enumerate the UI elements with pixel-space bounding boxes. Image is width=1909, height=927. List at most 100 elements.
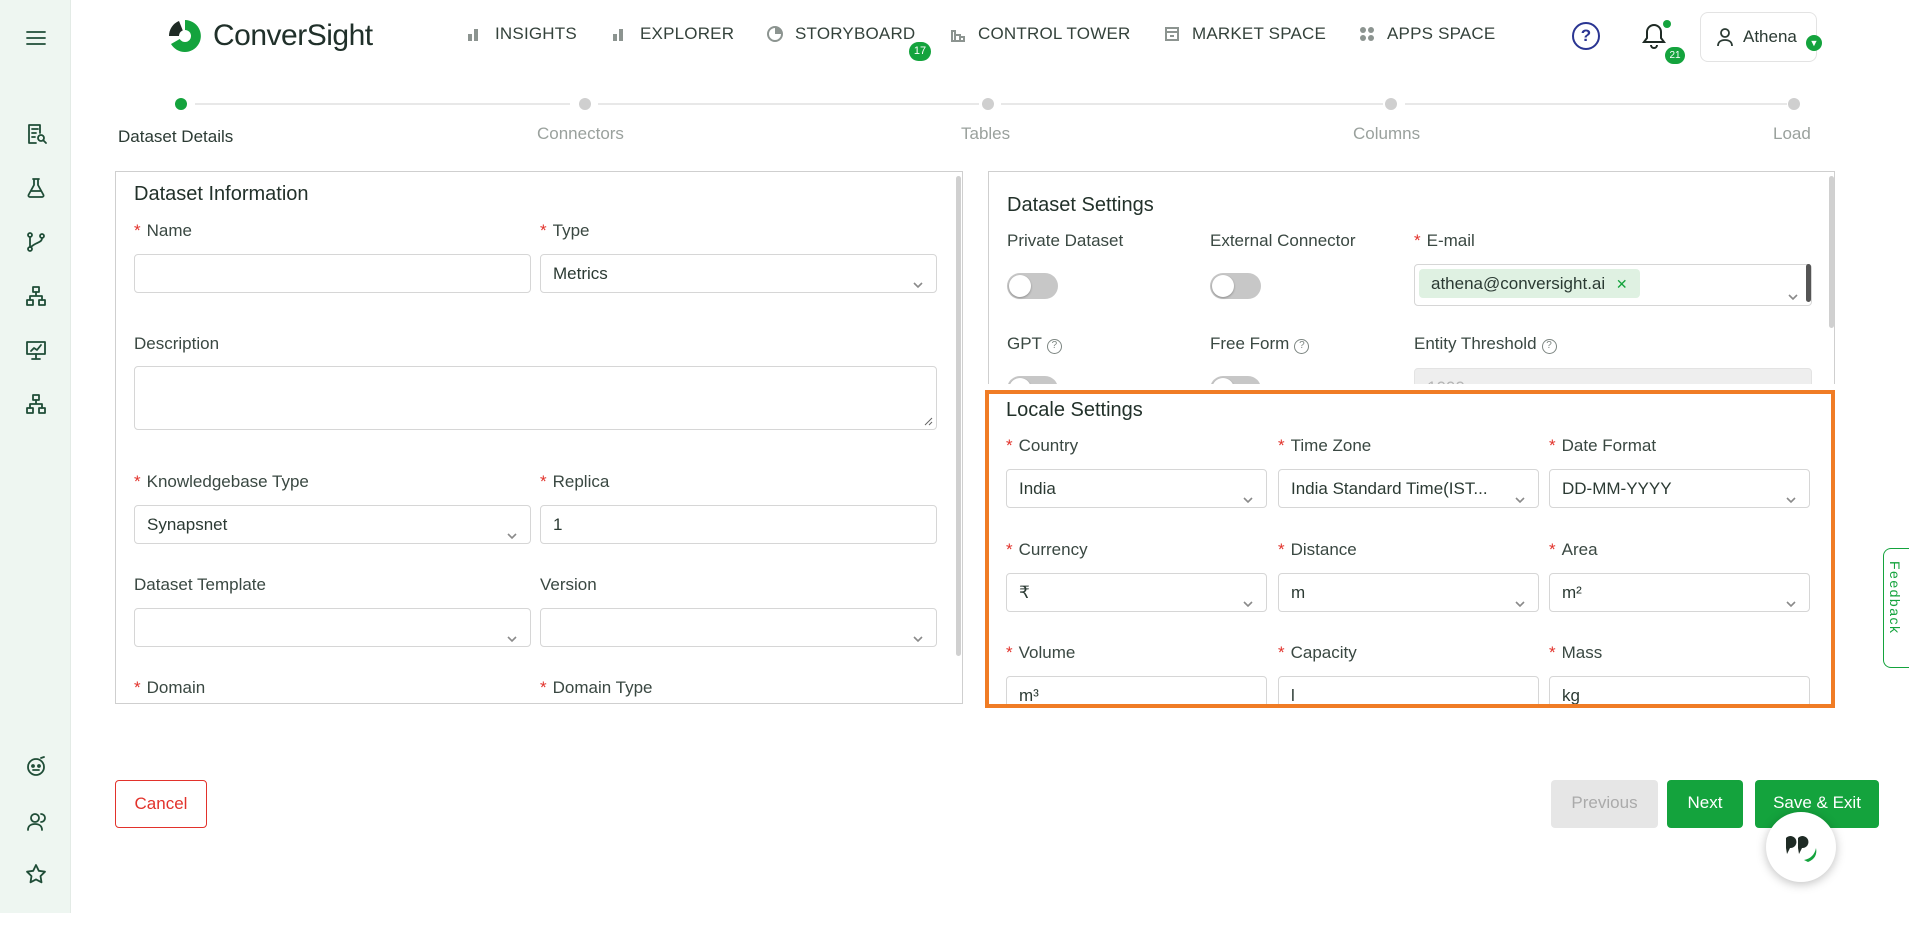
step-dot-tables[interactable] — [982, 98, 994, 110]
logo-text: ConverSight — [213, 19, 373, 52]
storyboard-badge: 17 — [909, 42, 931, 61]
free-form-toggle[interactable] — [1210, 376, 1261, 384]
nav-storyboard[interactable]: STORYBOARD — [766, 24, 915, 44]
network-icon[interactable] — [22, 390, 50, 418]
step-label-load[interactable]: Load — [1773, 124, 1811, 144]
email-scrollbar[interactable] — [1806, 264, 1811, 302]
menu-icon[interactable] — [22, 24, 50, 52]
stepper-line — [598, 103, 979, 105]
nav-market-space[interactable]: MARKET SPACE — [1163, 24, 1326, 44]
user-menu[interactable]: Athena ▼ — [1700, 12, 1822, 62]
description-label: Description — [134, 334, 220, 353]
presentation-icon[interactable] — [22, 336, 50, 364]
name-input[interactable] — [134, 254, 531, 293]
gpt-label: GPT? — [1007, 334, 1062, 354]
replica-input[interactable]: 1 — [540, 505, 937, 544]
cancel-button[interactable]: Cancel — [115, 780, 207, 828]
bell-icon[interactable] — [1641, 20, 1671, 50]
next-button[interactable]: Next — [1667, 780, 1743, 828]
name-label: * Name — [134, 221, 192, 240]
description-textarea[interactable] — [134, 366, 937, 430]
email-tag[interactable]: athena@conversight.ai ✕ — [1419, 269, 1640, 298]
notifications-badge: 21 — [1665, 47, 1685, 64]
nav-apps-space-label: APPS SPACE — [1387, 24, 1496, 43]
knowledgebase-type-select[interactable]: Synapsnet — [134, 505, 531, 544]
chatbot-launcher[interactable] — [1766, 812, 1836, 882]
notification-dot — [1663, 20, 1671, 28]
private-dataset-toggle[interactable] — [1007, 273, 1058, 299]
external-connector-toggle[interactable] — [1210, 273, 1261, 299]
settings-scrollbar[interactable] — [1829, 176, 1834, 328]
chevron-down-icon — [912, 267, 924, 289]
hierarchy-icon[interactable] — [22, 282, 50, 310]
help-icon[interactable]: ? — [1572, 22, 1600, 50]
knowledgebase-type-value: Synapsnet — [147, 515, 228, 534]
dataset-information-title: Dataset Information — [134, 183, 309, 205]
entity-threshold-label: Entity Threshold? — [1414, 334, 1557, 354]
nav-control-tower[interactable]: CONTROL TOWER — [949, 24, 1130, 44]
gpt-toggle[interactable] — [1007, 376, 1058, 384]
step-label-dataset-details[interactable]: Dataset Details — [118, 127, 233, 147]
bar-chart-icon — [466, 25, 484, 43]
replica-label: * Replica — [540, 472, 610, 491]
resize-handle-icon[interactable] — [923, 416, 933, 426]
nav-insights[interactable]: INSIGHTS — [466, 24, 577, 44]
store-icon — [1163, 25, 1181, 43]
dataset-template-label: Dataset Template — [134, 575, 266, 594]
remove-tag-icon[interactable]: ✕ — [1616, 276, 1628, 292]
help-circle-icon[interactable]: ? — [1294, 339, 1310, 354]
dataset-settings-title: Dataset Settings — [1007, 194, 1154, 216]
users-icon[interactable] — [22, 808, 50, 836]
email-label: * E-mail — [1414, 231, 1475, 250]
step-dot-columns[interactable] — [1385, 98, 1397, 110]
nav-insights-label: INSIGHTS — [495, 24, 577, 43]
type-label: * Type — [540, 221, 590, 240]
flask-icon[interactable] — [22, 174, 50, 202]
help-circle-icon[interactable]: ? — [1541, 339, 1557, 354]
nav-apps-space[interactable]: APPS SPACE — [1358, 24, 1495, 44]
domain-type-label: * Domain Type — [540, 678, 653, 697]
step-dot-load[interactable] — [1788, 98, 1800, 110]
chevron-down-icon — [912, 621, 924, 643]
version-select[interactable] — [540, 608, 937, 647]
logo-mark-icon — [168, 20, 201, 52]
branch-icon[interactable] — [22, 228, 50, 256]
version-label: Version — [540, 575, 597, 594]
feedback-tab[interactable]: Feedback — [1883, 548, 1909, 668]
chevron-down-icon — [506, 621, 518, 643]
external-connector-label: External Connector — [1210, 231, 1356, 250]
domain-label: * Domain — [134, 678, 206, 697]
bot-icon[interactable] — [22, 752, 50, 780]
type-select[interactable]: Metrics — [540, 254, 937, 293]
pie-icon — [766, 25, 784, 43]
dataset-information-panel: Dataset Information * Name * Type Metrics … — [115, 171, 963, 704]
entity-threshold-input[interactable]: 1000 — [1414, 368, 1812, 384]
previous-button[interactable]: Previous — [1551, 780, 1658, 828]
star-icon[interactable] — [22, 860, 50, 888]
report-search-icon[interactable] — [22, 120, 50, 148]
free-form-label: Free Form? — [1210, 334, 1310, 354]
nav-explorer-label: EXPLORER — [640, 24, 735, 43]
step-dot-connectors[interactable] — [579, 98, 591, 110]
step-label-connectors[interactable]: Connectors — [537, 124, 624, 144]
left-rail — [0, 0, 71, 913]
feedback-label: Feedback — [1887, 561, 1903, 635]
chevron-down-icon — [506, 518, 518, 540]
help-circle-icon[interactable]: ? — [1046, 339, 1062, 354]
private-dataset-label: Private Dataset — [1007, 231, 1124, 250]
nav-control-tower-label: CONTROL TOWER — [978, 24, 1131, 43]
type-value: Metrics — [553, 264, 608, 283]
user-name: Athena — [1743, 27, 1797, 46]
nav-market-space-label: MARKET SPACE — [1192, 24, 1327, 43]
dataset-template-select[interactable] — [134, 608, 531, 647]
stepper-line — [195, 103, 570, 105]
nav-explorer[interactable]: EXPLORER — [611, 24, 734, 44]
conversight-logo[interactable]: ConverSight — [165, 16, 373, 56]
stepper-line — [1405, 103, 1787, 105]
locale-settings-highlight — [985, 390, 1835, 708]
step-label-tables[interactable]: Tables — [961, 124, 1010, 144]
step-dot-dataset-details[interactable] — [175, 98, 187, 110]
step-label-columns[interactable]: Columns — [1353, 124, 1420, 144]
panel-scrollbar[interactable] — [956, 176, 961, 656]
stepper-line — [1001, 103, 1383, 105]
